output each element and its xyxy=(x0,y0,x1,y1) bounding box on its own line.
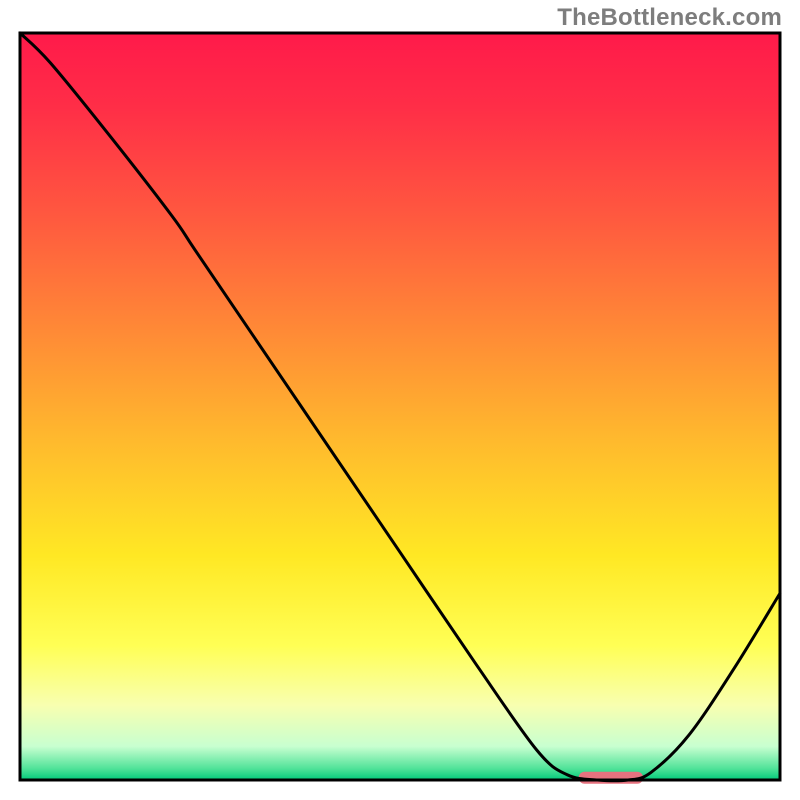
chart-container: TheBottleneck.com xyxy=(0,0,800,800)
chart-svg xyxy=(0,0,800,800)
gradient-background xyxy=(20,33,780,780)
watermark-label: TheBottleneck.com xyxy=(557,4,782,32)
